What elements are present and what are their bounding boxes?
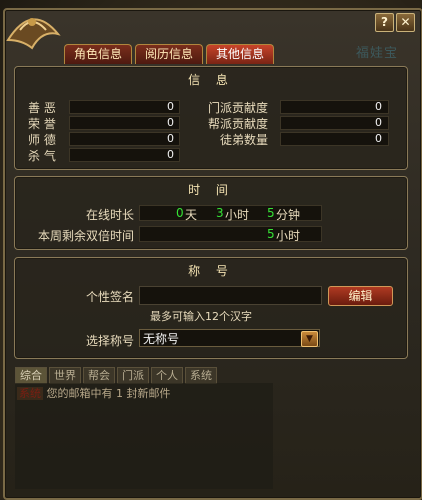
online-days-value: 0 [176, 206, 184, 220]
title-panel-title: 称 号 [188, 264, 234, 278]
stat-value-sect-contribution: 0 [375, 100, 382, 113]
stat-label-good-evil: 善 恶 [28, 101, 56, 115]
signature-hint: 最多可输入12个汉字 [150, 310, 252, 323]
chat-message-tag: 系统 [17, 387, 43, 400]
stat-value-good-evil: 0 [167, 100, 174, 113]
tab-character-info[interactable]: 角色信息 [64, 44, 132, 64]
stat-label-mentor-virtue: 师 德 [28, 133, 56, 147]
stat-value-mentor-virtue: 0 [167, 132, 174, 145]
tab-other-info[interactable]: 其他信息 [206, 44, 274, 64]
tab-experience-info[interactable]: 阅历信息 [135, 44, 203, 64]
chat-tab-system[interactable]: 系统 [185, 367, 217, 384]
stat-value-killing-aura: 0 [167, 148, 174, 161]
stat-label-honor: 荣 誉 [28, 117, 56, 131]
close-button[interactable]: ✕ [396, 13, 415, 32]
chat-message-text: 您的邮箱中有 1 封新邮件 [46, 387, 171, 400]
stat-label-guild-contribution: 帮派贡献度 [208, 117, 269, 131]
double-time-value: 5 [267, 227, 275, 241]
chat-tab-guild[interactable]: 帮会 [83, 367, 115, 384]
stat-label-sect-contribution: 门派贡献度 [208, 101, 269, 115]
info-panel-title: 信 息 [188, 73, 234, 87]
online-days-unit: 天 [185, 208, 198, 222]
title-select-value: 无称号 [143, 332, 180, 346]
chat-tab-sect[interactable]: 门派 [117, 367, 149, 384]
stat-value-apprentice-count: 0 [375, 132, 382, 145]
select-title-label: 选择称号 [86, 334, 135, 348]
chat-tab-bar: 综合 世界 帮会 门派 个人 系统 [15, 367, 219, 384]
chat-message: 系统 您的邮箱中有 1 封新邮件 [17, 385, 171, 401]
online-hours-unit: 小时 [225, 208, 250, 222]
chat-tab-all[interactable]: 综合 [15, 367, 47, 384]
online-time-label: 在线时长 [86, 208, 135, 222]
double-time-unit: 小时 [276, 229, 301, 243]
double-time-label: 本周剩余双倍时间 [38, 229, 135, 243]
tab-bar: 角色信息 阅历信息 其他信息 [64, 44, 274, 64]
title-select[interactable]: 无称号 ▼ [139, 329, 320, 347]
stat-label-apprentice-count: 徒弟数量 [220, 133, 269, 147]
signature-input[interactable] [139, 286, 322, 305]
watermark-text: 福娃宝 [356, 46, 399, 61]
bamboo-hat-icon [6, 18, 61, 50]
time-panel-title: 时 间 [188, 183, 234, 197]
chevron-down-icon[interactable]: ▼ [301, 331, 318, 347]
signature-label: 个性签名 [86, 290, 135, 304]
online-minutes-value: 5 [267, 206, 275, 220]
stat-value-guild-contribution: 0 [375, 116, 382, 129]
online-minutes-unit: 分钟 [276, 208, 301, 222]
online-hours-value: 3 [216, 206, 224, 220]
chat-tab-private[interactable]: 个人 [151, 367, 183, 384]
chat-tab-world[interactable]: 世界 [49, 367, 81, 384]
stat-value-honor: 0 [167, 116, 174, 129]
edit-signature-button[interactable]: 编辑 [328, 286, 393, 306]
help-button[interactable]: ? [375, 13, 394, 32]
stat-label-killing-aura: 杀 气 [28, 149, 56, 163]
